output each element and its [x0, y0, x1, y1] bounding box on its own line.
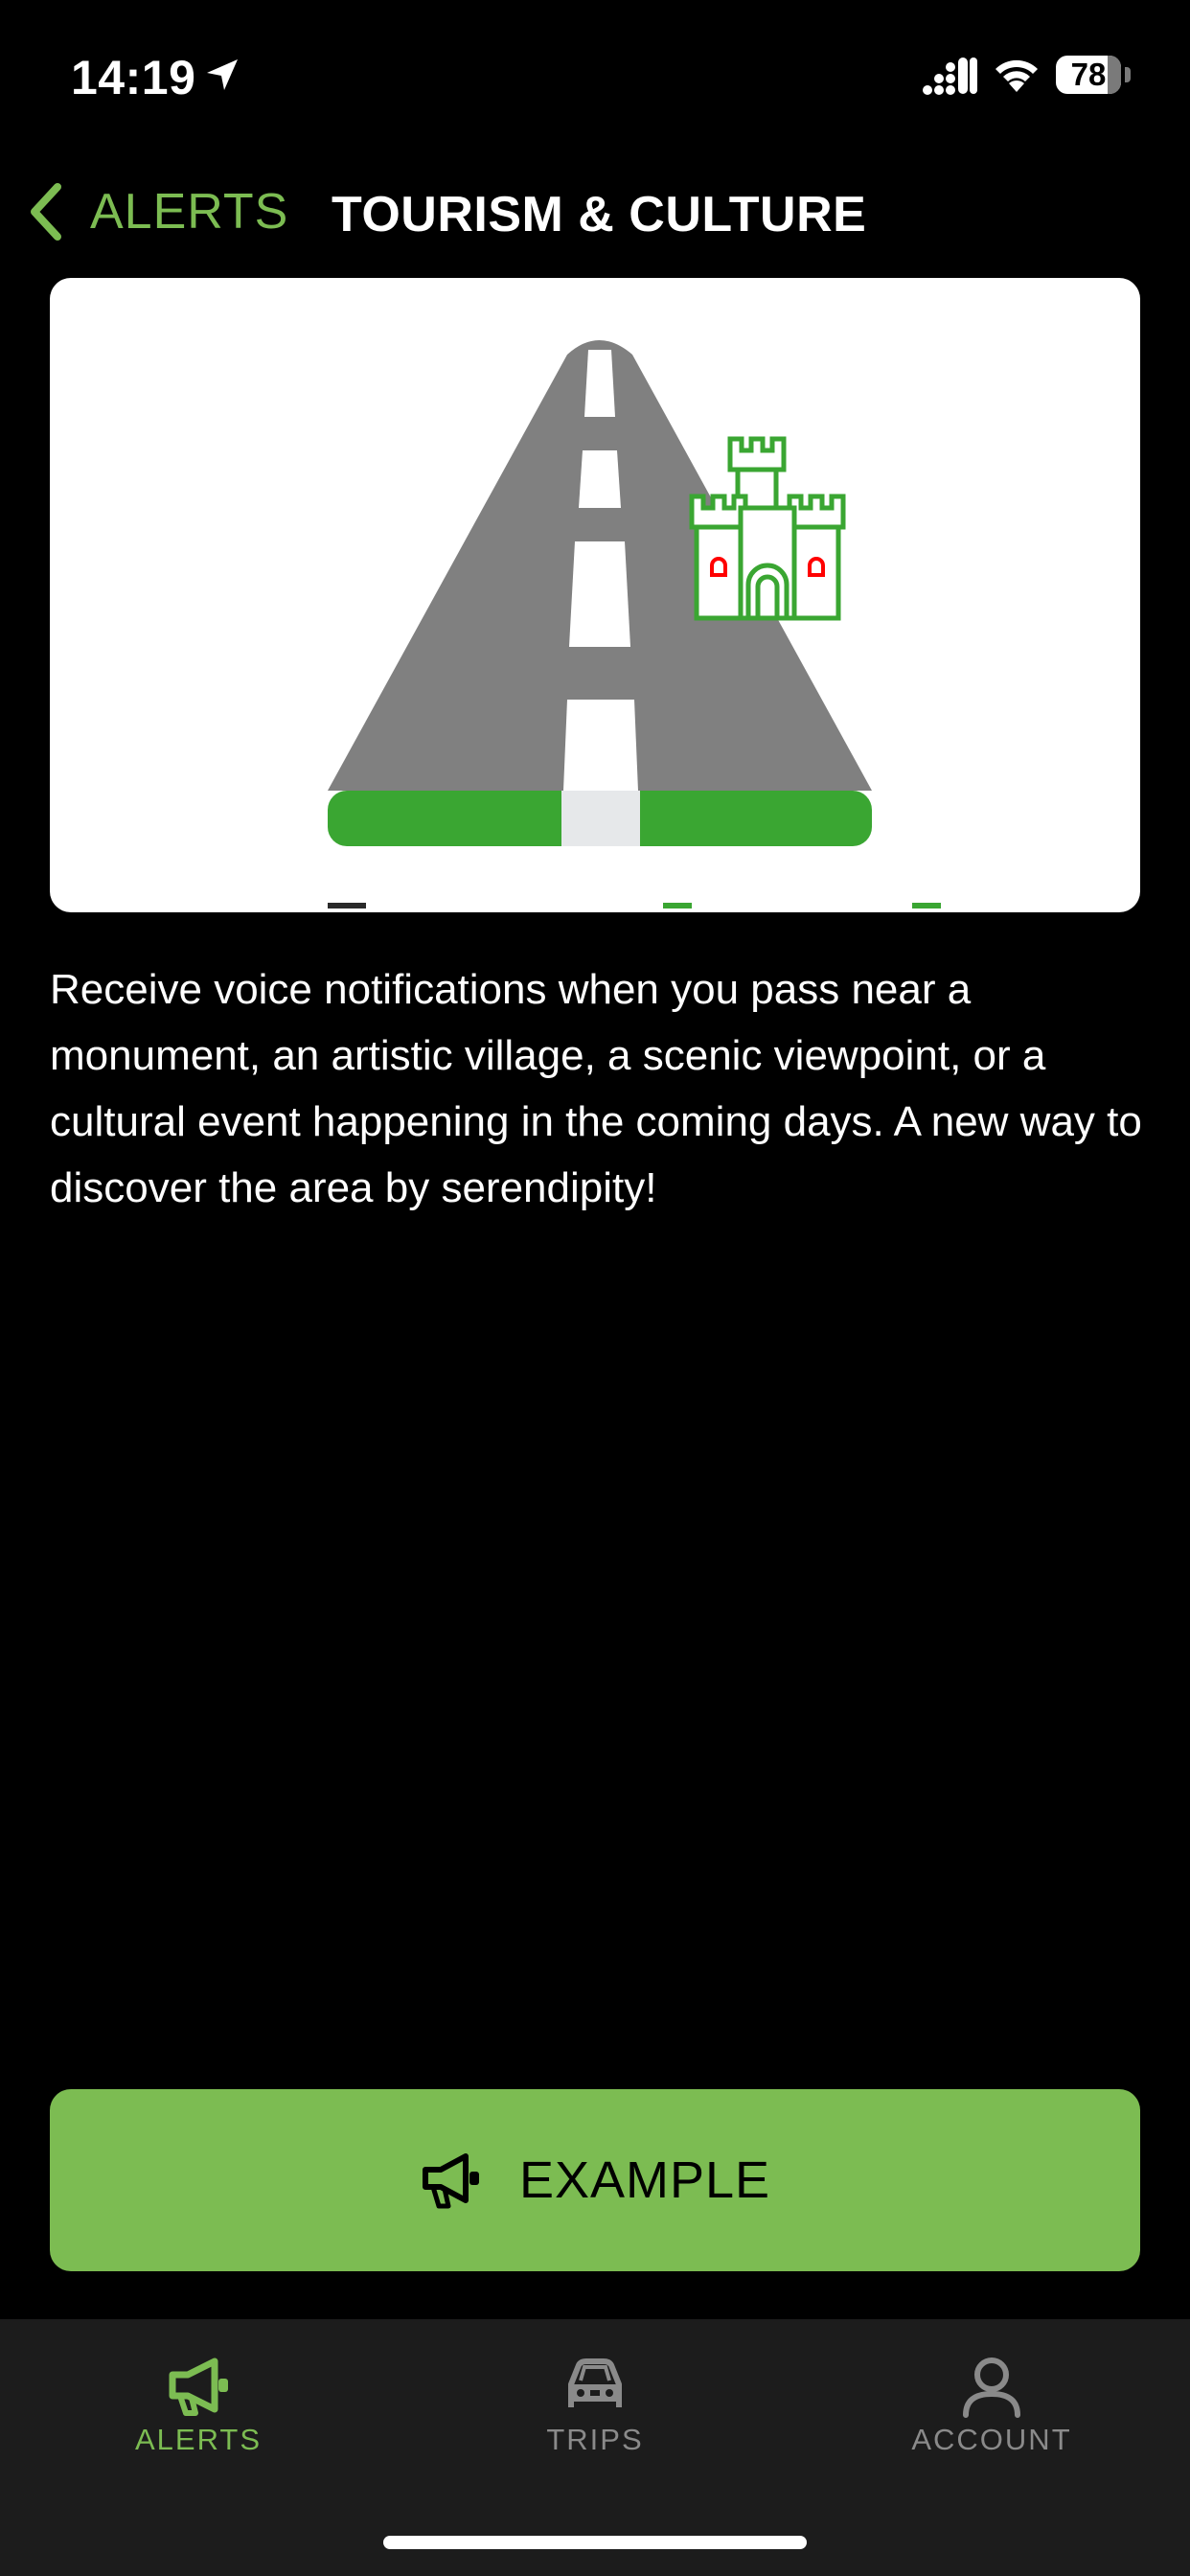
- megaphone-icon: [169, 2358, 228, 2416]
- example-button[interactable]: EXAMPLE: [50, 2089, 1140, 2271]
- road-castle-illustration: [328, 340, 941, 908]
- tab-trips[interactable]: TRIPS: [397, 2319, 793, 2463]
- tab-account[interactable]: ACCOUNT: [793, 2319, 1190, 2463]
- page-title: TOURISM & CULTURE: [332, 187, 867, 242]
- tab-alerts-label: ALERTS: [134, 2423, 263, 2456]
- castle-icon: [689, 436, 846, 621]
- person-icon: [963, 2358, 1020, 2418]
- cellular-signal-icon: [923, 58, 977, 95]
- status-time: 14:19: [71, 51, 196, 104]
- tab-trips-label: TRIPS: [546, 2423, 644, 2456]
- illustration-card: [50, 278, 1140, 912]
- example-button-label: EXAMPLE: [518, 2151, 771, 2209]
- battery-icon: 78: [1056, 56, 1121, 94]
- description-text: Receive voice notifications when you pas…: [50, 966, 1142, 1211]
- car-icon: [568, 2358, 622, 2407]
- tab-alerts[interactable]: ALERTS: [0, 2319, 397, 2463]
- megaphone-icon: [422, 2153, 479, 2209]
- battery-nub: [1125, 67, 1131, 82]
- home-indicator: [383, 2536, 807, 2549]
- back-button[interactable]: ALERTS: [25, 178, 288, 245]
- status-bar: 14:19 78: [0, 0, 1190, 144]
- chevron-left-icon: [31, 183, 61, 241]
- location-arrow-icon: [207, 59, 238, 90]
- battery-level: 78: [1070, 57, 1107, 92]
- back-button-label: ALERTS: [90, 184, 289, 240]
- tab-account-label: ACCOUNT: [911, 2423, 1072, 2456]
- nav-header: ALERTS TOURISM & CULTURE: [0, 163, 1190, 259]
- wifi-icon: [995, 59, 1038, 92]
